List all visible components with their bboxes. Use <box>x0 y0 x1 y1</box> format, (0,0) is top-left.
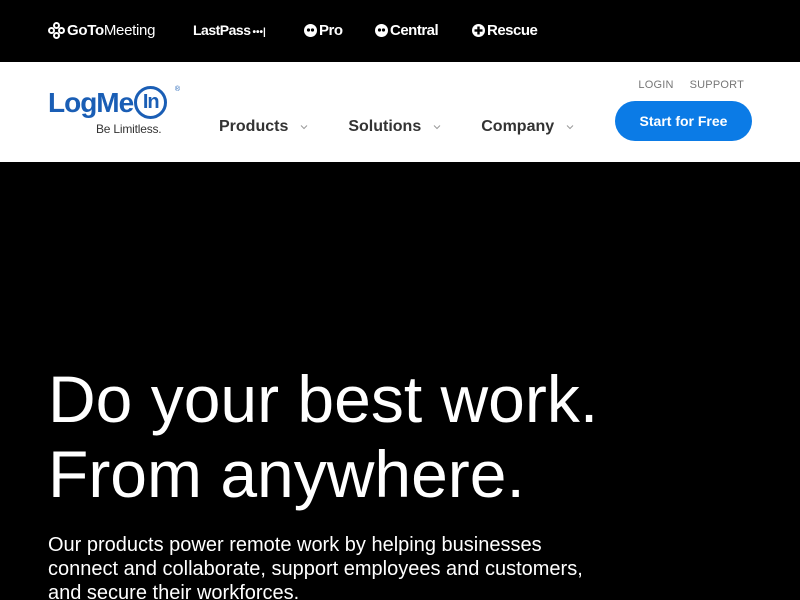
pro-wordmark: Pro <box>319 21 343 39</box>
logo-tagline: Be Limitless. <box>96 122 162 136</box>
nav-products-label: Products <box>219 118 289 135</box>
logmein-circle-icon <box>375 23 388 37</box>
pro-brand-link[interactable]: Pro <box>304 19 343 41</box>
lastpass-wordmark: LastPass •••| <box>193 22 266 38</box>
utility-links: LOGIN SUPPORT <box>638 79 744 91</box>
nav-products[interactable]: Products <box>219 118 308 136</box>
chevron-down-icon <box>433 123 441 131</box>
hero-headline: Do your best work. From anywhere. <box>48 362 598 512</box>
nav-solutions-label: Solutions <box>348 118 422 135</box>
support-link[interactable]: SUPPORT <box>690 79 744 91</box>
logo-in-ring: In <box>134 86 168 119</box>
gotomeeting-brand-link[interactable]: GoToMeeting <box>48 19 155 41</box>
primary-nav: Products Solutions Company <box>219 118 614 136</box>
flower-icon <box>48 21 65 39</box>
login-link[interactable]: LOGIN <box>638 79 673 91</box>
rescue-brand-link[interactable]: Rescue <box>472 19 538 41</box>
nav-solutions[interactable]: Solutions <box>348 118 441 136</box>
central-brand-link[interactable]: Central <box>375 19 439 41</box>
logo-registered-mark: ® <box>174 86 180 93</box>
rescue-wordmark: Rescue <box>487 21 538 39</box>
logo-wordmark: LogMe In <box>48 86 168 119</box>
start-for-free-button[interactable]: Start for Free <box>615 101 752 141</box>
plus-circle-icon <box>472 23 485 37</box>
main-header: LogMe In ® Be Limitless. Products Solutio… <box>0 62 800 162</box>
lastpass-brand-link[interactable]: LastPass •••| <box>193 19 266 41</box>
central-wordmark: Central <box>390 21 439 39</box>
hero-headline-line-1: Do your best work. <box>48 362 599 436</box>
chevron-down-icon <box>566 123 574 131</box>
logmein-circle-icon <box>304 23 317 37</box>
hero-headline-line-2: From anywhere. <box>48 437 525 511</box>
hero-subtext: Our products power remote work by helpin… <box>48 534 583 600</box>
gotomeeting-wordmark: GoToMeeting <box>67 21 156 39</box>
chevron-down-icon <box>300 123 308 131</box>
product-brand-bar: GoToMeeting LastPass •••| Pro Central Res… <box>0 0 800 62</box>
nav-company[interactable]: Company <box>481 118 574 136</box>
logmein-logo[interactable]: LogMe In ® Be Limitless. <box>48 86 180 140</box>
nav-company-label: Company <box>481 118 555 135</box>
hero-section: Do your best work. From anywhere. Our pr… <box>0 162 800 600</box>
